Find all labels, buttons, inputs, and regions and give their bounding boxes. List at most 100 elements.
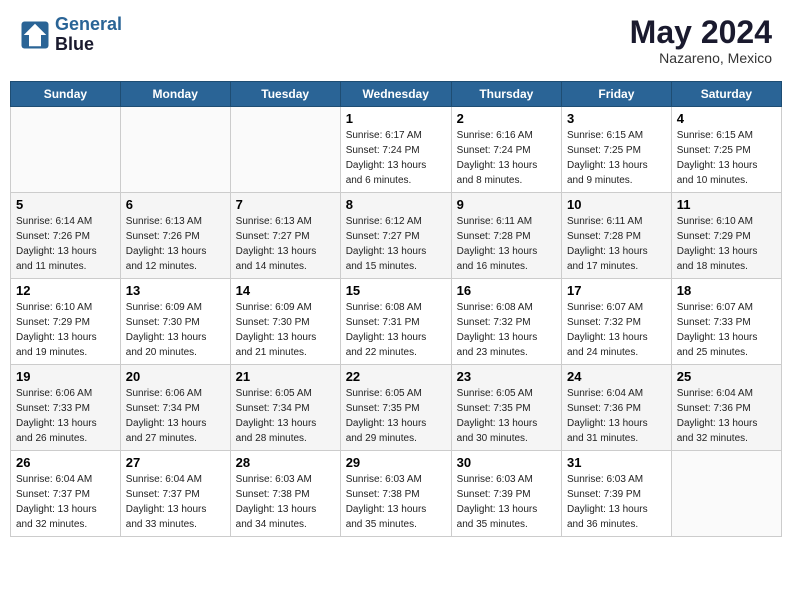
day-cell: 4Sunrise: 6:15 AM Sunset: 7:25 PM Daylig… xyxy=(671,107,781,193)
day-number: 27 xyxy=(126,455,225,470)
day-number: 6 xyxy=(126,197,225,212)
day-info: Sunrise: 6:04 AM Sunset: 7:36 PM Dayligh… xyxy=(677,386,776,446)
weekday-tuesday: Tuesday xyxy=(230,82,340,107)
day-cell: 22 Sunrise: 6:05 AM Sunset: 7:35 PM Dayli… xyxy=(340,365,451,451)
day-cell: 15 Sunrise: 6:08 AM Sunset: 7:31 PM Dayli… xyxy=(340,279,451,365)
day-cell xyxy=(11,107,121,193)
day-number: 3 xyxy=(567,111,666,126)
weekday-header-row: SundayMondayTuesdayWednesdayThursdayFrid… xyxy=(11,82,782,107)
weekday-wednesday: Wednesday xyxy=(340,82,451,107)
day-number: 17 xyxy=(567,283,666,298)
day-cell: 13Sunrise: 6:09 AM Sunset: 7:30 PM Dayli… xyxy=(120,279,230,365)
day-cell: 19Sunrise: 6:06 AM Sunset: 7:33 PM Dayli… xyxy=(11,365,121,451)
week-row-2: 5 Sunrise: 6:14 AM Sunset: 7:26 PM Daylig… xyxy=(11,193,782,279)
logo-line1: General xyxy=(55,14,122,34)
day-cell xyxy=(671,451,781,537)
day-info: Sunrise: 6:12 AM Sunset: 7:27 PM Dayligh… xyxy=(346,214,446,274)
day-info: Sunrise: 6:11 AM Sunset: 7:28 PM Dayligh… xyxy=(457,214,556,274)
month-title: May 2024 xyxy=(630,15,772,50)
logo-text: General Blue xyxy=(55,15,122,55)
day-cell: 29 Sunrise: 6:03 AM Sunset: 7:38 PM Dayli… xyxy=(340,451,451,537)
day-cell: 30 Sunrise: 6:03 AM Sunset: 7:39 PM Dayli… xyxy=(451,451,561,537)
weekday-saturday: Saturday xyxy=(671,82,781,107)
day-number: 9 xyxy=(457,197,556,212)
day-info: Sunrise: 6:05 AM Sunset: 7:35 PM Dayligh… xyxy=(457,386,556,446)
weekday-sunday: Sunday xyxy=(11,82,121,107)
day-cell: 9 Sunrise: 6:11 AM Sunset: 7:28 PM Daylig… xyxy=(451,193,561,279)
day-info: Sunrise: 6:03 AM Sunset: 7:38 PM Dayligh… xyxy=(236,472,335,532)
day-info: Sunrise: 6:15 AM Sunset: 7:25 PM Dayligh… xyxy=(677,128,776,188)
week-row-1: 1Sunrise: 6:17 AM Sunset: 7:24 PM Daylig… xyxy=(11,107,782,193)
weekday-friday: Friday xyxy=(561,82,671,107)
day-info: Sunrise: 6:10 AM Sunset: 7:29 PM Dayligh… xyxy=(677,214,776,274)
day-number: 26 xyxy=(16,455,115,470)
day-number: 15 xyxy=(346,283,446,298)
day-info: Sunrise: 6:05 AM Sunset: 7:34 PM Dayligh… xyxy=(236,386,335,446)
day-cell: 27 Sunrise: 6:04 AM Sunset: 7:37 PM Dayli… xyxy=(120,451,230,537)
day-info: Sunrise: 6:15 AM Sunset: 7:25 PM Dayligh… xyxy=(567,128,666,188)
day-number: 2 xyxy=(457,111,556,126)
calendar-header: SundayMondayTuesdayWednesdayThursdayFrid… xyxy=(11,82,782,107)
page-header: General Blue May 2024 Nazareno, Mexico xyxy=(10,10,782,71)
day-cell: 26 Sunrise: 6:04 AM Sunset: 7:37 PM Dayli… xyxy=(11,451,121,537)
day-number: 30 xyxy=(457,455,556,470)
day-cell xyxy=(120,107,230,193)
day-number: 7 xyxy=(236,197,335,212)
day-cell: 21 Sunrise: 6:05 AM Sunset: 7:34 PM Dayli… xyxy=(230,365,340,451)
day-number: 12 xyxy=(16,283,115,298)
day-cell: 1Sunrise: 6:17 AM Sunset: 7:24 PM Daylig… xyxy=(340,107,451,193)
day-info: Sunrise: 6:06 AM Sunset: 7:34 PM Dayligh… xyxy=(126,386,225,446)
day-info: Sunrise: 6:16 AM Sunset: 7:24 PM Dayligh… xyxy=(457,128,556,188)
day-cell: 18Sunrise: 6:07 AM Sunset: 7:33 PM Dayli… xyxy=(671,279,781,365)
day-cell: 5 Sunrise: 6:14 AM Sunset: 7:26 PM Daylig… xyxy=(11,193,121,279)
calendar-body: 1Sunrise: 6:17 AM Sunset: 7:24 PM Daylig… xyxy=(11,107,782,537)
logo-line2: Blue xyxy=(55,35,122,55)
day-cell: 14 Sunrise: 6:09 AM Sunset: 7:30 PM Dayli… xyxy=(230,279,340,365)
day-cell: 28 Sunrise: 6:03 AM Sunset: 7:38 PM Dayli… xyxy=(230,451,340,537)
week-row-4: 19Sunrise: 6:06 AM Sunset: 7:33 PM Dayli… xyxy=(11,365,782,451)
day-info: Sunrise: 6:03 AM Sunset: 7:39 PM Dayligh… xyxy=(457,472,556,532)
day-cell: 20Sunrise: 6:06 AM Sunset: 7:34 PM Dayli… xyxy=(120,365,230,451)
day-number: 29 xyxy=(346,455,446,470)
day-number: 11 xyxy=(677,197,776,212)
day-number: 19 xyxy=(16,369,115,384)
day-info: Sunrise: 6:04 AM Sunset: 7:36 PM Dayligh… xyxy=(567,386,666,446)
day-info: Sunrise: 6:17 AM Sunset: 7:24 PM Dayligh… xyxy=(346,128,446,188)
day-cell: 2 Sunrise: 6:16 AM Sunset: 7:24 PM Daylig… xyxy=(451,107,561,193)
day-cell: 17 Sunrise: 6:07 AM Sunset: 7:32 PM Dayli… xyxy=(561,279,671,365)
day-number: 5 xyxy=(16,197,115,212)
day-info: Sunrise: 6:03 AM Sunset: 7:39 PM Dayligh… xyxy=(567,472,666,532)
weekday-thursday: Thursday xyxy=(451,82,561,107)
day-info: Sunrise: 6:11 AM Sunset: 7:28 PM Dayligh… xyxy=(567,214,666,274)
day-info: Sunrise: 6:13 AM Sunset: 7:26 PM Dayligh… xyxy=(126,214,225,274)
day-info: Sunrise: 6:07 AM Sunset: 7:32 PM Dayligh… xyxy=(567,300,666,360)
day-number: 22 xyxy=(346,369,446,384)
day-number: 16 xyxy=(457,283,556,298)
day-info: Sunrise: 6:07 AM Sunset: 7:33 PM Dayligh… xyxy=(677,300,776,360)
day-cell: 25 Sunrise: 6:04 AM Sunset: 7:36 PM Dayli… xyxy=(671,365,781,451)
day-number: 25 xyxy=(677,369,776,384)
day-number: 8 xyxy=(346,197,446,212)
day-number: 28 xyxy=(236,455,335,470)
week-row-5: 26 Sunrise: 6:04 AM Sunset: 7:37 PM Dayli… xyxy=(11,451,782,537)
location: Nazareno, Mexico xyxy=(630,50,772,66)
day-number: 13 xyxy=(126,283,225,298)
week-row-3: 12 Sunrise: 6:10 AM Sunset: 7:29 PM Dayli… xyxy=(11,279,782,365)
day-cell: 16Sunrise: 6:08 AM Sunset: 7:32 PM Dayli… xyxy=(451,279,561,365)
day-info: Sunrise: 6:03 AM Sunset: 7:38 PM Dayligh… xyxy=(346,472,446,532)
day-info: Sunrise: 6:08 AM Sunset: 7:31 PM Dayligh… xyxy=(346,300,446,360)
day-info: Sunrise: 6:10 AM Sunset: 7:29 PM Dayligh… xyxy=(16,300,115,360)
day-info: Sunrise: 6:04 AM Sunset: 7:37 PM Dayligh… xyxy=(126,472,225,532)
day-cell: 23 Sunrise: 6:05 AM Sunset: 7:35 PM Dayli… xyxy=(451,365,561,451)
day-number: 14 xyxy=(236,283,335,298)
day-info: Sunrise: 6:05 AM Sunset: 7:35 PM Dayligh… xyxy=(346,386,446,446)
day-info: Sunrise: 6:04 AM Sunset: 7:37 PM Dayligh… xyxy=(16,472,115,532)
day-info: Sunrise: 6:14 AM Sunset: 7:26 PM Dayligh… xyxy=(16,214,115,274)
day-info: Sunrise: 6:09 AM Sunset: 7:30 PM Dayligh… xyxy=(236,300,335,360)
day-cell xyxy=(230,107,340,193)
day-number: 23 xyxy=(457,369,556,384)
day-cell: 12 Sunrise: 6:10 AM Sunset: 7:29 PM Dayli… xyxy=(11,279,121,365)
logo: General Blue xyxy=(20,15,122,55)
day-number: 21 xyxy=(236,369,335,384)
day-cell: 11 Sunrise: 6:10 AM Sunset: 7:29 PM Dayli… xyxy=(671,193,781,279)
